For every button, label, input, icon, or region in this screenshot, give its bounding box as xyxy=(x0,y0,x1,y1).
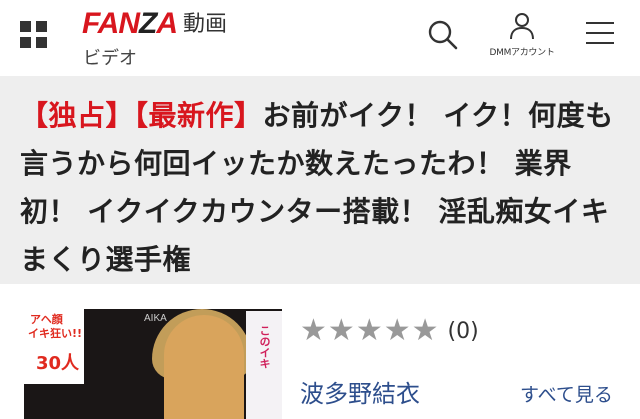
star-icon: ★ xyxy=(300,313,327,348)
account-label: DMMアカウント xyxy=(489,48,555,58)
search-icon[interactable] xyxy=(426,18,460,52)
star-icon: ★ xyxy=(383,313,411,348)
thumbnail-brand: AIKA xyxy=(144,313,167,324)
thumbnail-side-text: このイキ xyxy=(258,325,271,369)
review-count: (0) xyxy=(447,318,479,344)
grid-icon[interactable] xyxy=(20,21,50,51)
header: FANZA 動画 ビデオ DMMアカウント xyxy=(0,0,640,76)
exclusive-tag: 【独占】 xyxy=(20,99,135,132)
star-icon: ★ xyxy=(411,313,439,348)
performer-link[interactable]: 波多野結衣 xyxy=(300,374,420,409)
star-icon: ★ xyxy=(355,313,383,348)
product-title: 【独占】【最新作】お前がイク！ イク！何度も言うから何回イッたか数えたったわ！ … xyxy=(20,92,625,284)
fanza-logo: FANZA xyxy=(82,7,178,40)
product-thumbnail[interactable]: このイキ アヘ顔 イキ狂い!! 30人 AIKA xyxy=(24,309,282,419)
service-label: 動画 xyxy=(183,12,228,37)
hamburger-icon[interactable] xyxy=(586,22,614,46)
subservice-label: ビデオ xyxy=(83,48,137,69)
rating-stars[interactable]: ★ ★ ★ ★ ★ (0) xyxy=(300,315,479,347)
see-all-link[interactable]: すべて見る xyxy=(520,380,613,407)
logo-link[interactable]: FANZA 動画 xyxy=(82,8,227,40)
person-icon xyxy=(510,13,534,40)
thumbnail-text: 30人 xyxy=(36,353,80,374)
thumbnail-text: イキ狂い!! xyxy=(28,327,83,340)
account-button[interactable]: DMMアカウント xyxy=(486,12,558,62)
newest-tag: 【最新作】 xyxy=(134,99,263,132)
star-icon: ★ xyxy=(327,313,355,348)
